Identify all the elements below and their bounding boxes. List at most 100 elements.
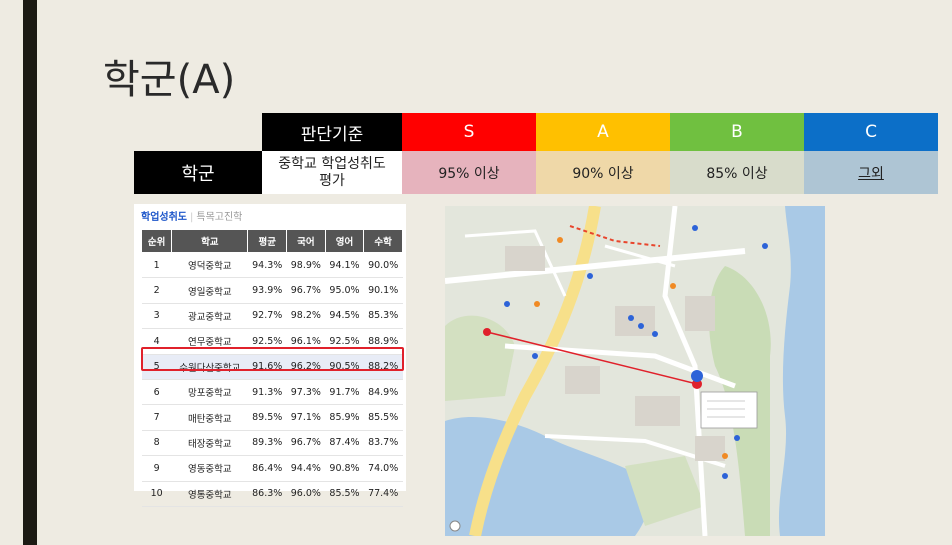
- cell-rank: 10: [141, 481, 172, 507]
- cell-school: 영덕중학교: [171, 252, 248, 279]
- cell-math: 90.0%: [363, 252, 403, 279]
- table-row: 8 태장중학교 89.3% 96.7% 87.4% 83.7%: [141, 430, 403, 457]
- table-row: 2 영일중학교 93.9% 96.7% 95.0% 90.1%: [141, 277, 403, 304]
- map-marker: [628, 315, 634, 321]
- col-korean: 국어: [286, 229, 326, 253]
- map-control: [449, 520, 461, 532]
- slide-title: 학군(A): [103, 57, 236, 103]
- tab-achievement[interactable]: 학업성취도: [141, 212, 187, 223]
- table-row: 9 영동중학교 86.4% 94.4% 90.8% 74.0%: [141, 455, 403, 482]
- cell-average: 86.4%: [247, 455, 287, 482]
- map-marker: [534, 301, 540, 307]
- cell-math: 77.4%: [363, 481, 403, 507]
- score-table-header: 순위 학교 평균 국어 영어 수학: [140, 229, 403, 253]
- cell-english: 87.4%: [325, 430, 364, 457]
- score-tabs: 학업성취도 | 특목고진학: [141, 208, 242, 223]
- map-canvas: [445, 206, 825, 536]
- cell-math: 85.3%: [363, 303, 403, 330]
- cell-math: 90.1%: [363, 277, 403, 304]
- cell-korean: 96.0%: [286, 481, 326, 507]
- cell-korean: 98.9%: [286, 252, 326, 279]
- tab-separator: |: [190, 212, 194, 223]
- cell-math: 85.5%: [363, 404, 403, 431]
- cell-school: 영통중학교: [171, 481, 248, 507]
- cell-average: 91.3%: [247, 379, 287, 406]
- cell-english: 85.5%: [325, 481, 364, 507]
- cell-math: 83.7%: [363, 430, 403, 457]
- col-average: 평균: [247, 229, 288, 253]
- criteria-header-basis: 판단기준: [262, 113, 402, 151]
- map-marker: [734, 435, 740, 441]
- cell-rank: 9: [141, 455, 172, 482]
- col-rank: 순위: [140, 229, 173, 253]
- cell-rank: 7: [141, 404, 172, 431]
- cell-english: 91.7%: [325, 379, 364, 406]
- map-marker: [504, 301, 510, 307]
- criteria-grade-c: C: [804, 113, 938, 151]
- cell-average: 93.9%: [247, 277, 287, 304]
- table-row: 10 영통중학교 86.3% 96.0% 85.5% 77.4%: [141, 481, 403, 507]
- cell-school: 망포중학교: [171, 379, 248, 406]
- cell-korean: 98.2%: [286, 303, 326, 330]
- cell-average: 86.3%: [247, 481, 287, 507]
- slide-accent-bar: [23, 0, 37, 545]
- school-score-panel: 학업성취도 | 특목고진학 순위 학교 평균 국어 영어 수학 1 영덕중학교 94.3…: [134, 204, 406, 507]
- cell-korean: 96.7%: [286, 430, 326, 457]
- cell-school: 영일중학교: [171, 277, 248, 304]
- cell-school: 태장중학교: [171, 430, 248, 457]
- map-marker: [762, 243, 768, 249]
- criteria-row-basis: 중학교 학업성취도 평가: [262, 151, 402, 194]
- cell-english: 85.9%: [325, 404, 364, 431]
- map-marker: [722, 473, 728, 479]
- map-marker: [692, 225, 698, 231]
- cell-korean: 94.4%: [286, 455, 326, 482]
- tab-special-highschool[interactable]: 특목고진학: [196, 212, 242, 223]
- col-english: 영어: [324, 229, 365, 253]
- highlight-box: [141, 347, 404, 371]
- map-marker: [652, 331, 658, 337]
- criteria-threshold-s: 95% 이상: [402, 151, 536, 194]
- map-marker: [691, 370, 703, 382]
- cell-rank: 6: [141, 379, 172, 406]
- cell-average: 94.3%: [247, 252, 287, 279]
- map-marker: [557, 237, 563, 243]
- area-map[interactable]: [445, 206, 825, 536]
- table-row: 3 광교중학교 92.7% 98.2% 94.5% 85.3%: [141, 303, 403, 330]
- map-marker: [587, 273, 593, 279]
- cell-school: 영동중학교: [171, 455, 248, 482]
- map-info-popup: [700, 391, 758, 429]
- cell-english: 95.0%: [325, 277, 364, 304]
- criteria-grade-s: S: [402, 113, 536, 151]
- cell-school: 광교중학교: [171, 303, 248, 330]
- map-marker: [638, 323, 644, 329]
- cell-average: 89.5%: [247, 404, 287, 431]
- criteria-row-label: 학군: [134, 151, 262, 194]
- criteria-grade-b: B: [670, 113, 804, 151]
- cell-rank: 2: [141, 277, 172, 304]
- criteria-threshold-a: 90% 이상: [536, 151, 670, 194]
- cell-rank: 1: [141, 252, 172, 279]
- cell-school: 매탄중학교: [171, 404, 248, 431]
- map-marker: [483, 328, 491, 336]
- cell-math: 74.0%: [363, 455, 403, 482]
- cell-korean: 96.7%: [286, 277, 326, 304]
- cell-rank: 8: [141, 430, 172, 457]
- cell-average: 89.3%: [247, 430, 287, 457]
- cell-english: 94.5%: [325, 303, 364, 330]
- map-marker: [532, 353, 538, 359]
- cell-english: 90.8%: [325, 455, 364, 482]
- col-school: 학교: [171, 229, 249, 253]
- cell-korean: 97.1%: [286, 404, 326, 431]
- table-row: 1 영덕중학교 94.3% 98.9% 94.1% 90.0%: [141, 252, 403, 279]
- cell-english: 94.1%: [325, 252, 364, 279]
- table-row: 6 망포중학교 91.3% 97.3% 91.7% 84.9%: [141, 379, 403, 406]
- cell-math: 84.9%: [363, 379, 403, 406]
- table-row: 7 매탄중학교 89.5% 97.1% 85.9% 85.5%: [141, 404, 403, 431]
- criteria-grade-a: A: [536, 113, 670, 151]
- cell-korean: 97.3%: [286, 379, 326, 406]
- criteria-threshold-c: 그외: [804, 151, 938, 194]
- criteria-threshold-b: 85% 이상: [670, 151, 804, 194]
- map-marker: [722, 453, 728, 459]
- cell-rank: 3: [141, 303, 172, 330]
- col-math: 수학: [363, 229, 403, 253]
